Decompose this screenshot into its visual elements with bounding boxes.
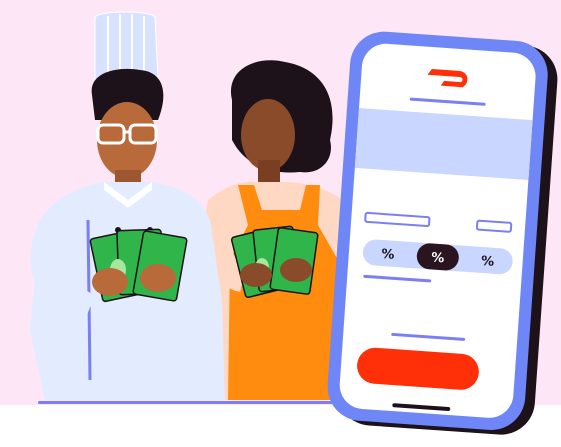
tip-option-2[interactable]: % — [431, 250, 445, 266]
illustration: % % % — [30, 11, 558, 435]
chef-face — [97, 102, 157, 178]
tip-option-3[interactable]: % — [481, 254, 495, 270]
woman-hand-left — [240, 263, 272, 287]
chef-hand-right — [140, 264, 176, 292]
tip-option-1[interactable]: % — [381, 247, 395, 263]
woman-hand-right — [280, 258, 312, 282]
chef-figure — [30, 11, 225, 400]
woman-figure — [204, 60, 345, 400]
phone: % % % — [327, 31, 558, 435]
hero-band — [354, 108, 533, 181]
chef-hand-left — [92, 268, 128, 296]
